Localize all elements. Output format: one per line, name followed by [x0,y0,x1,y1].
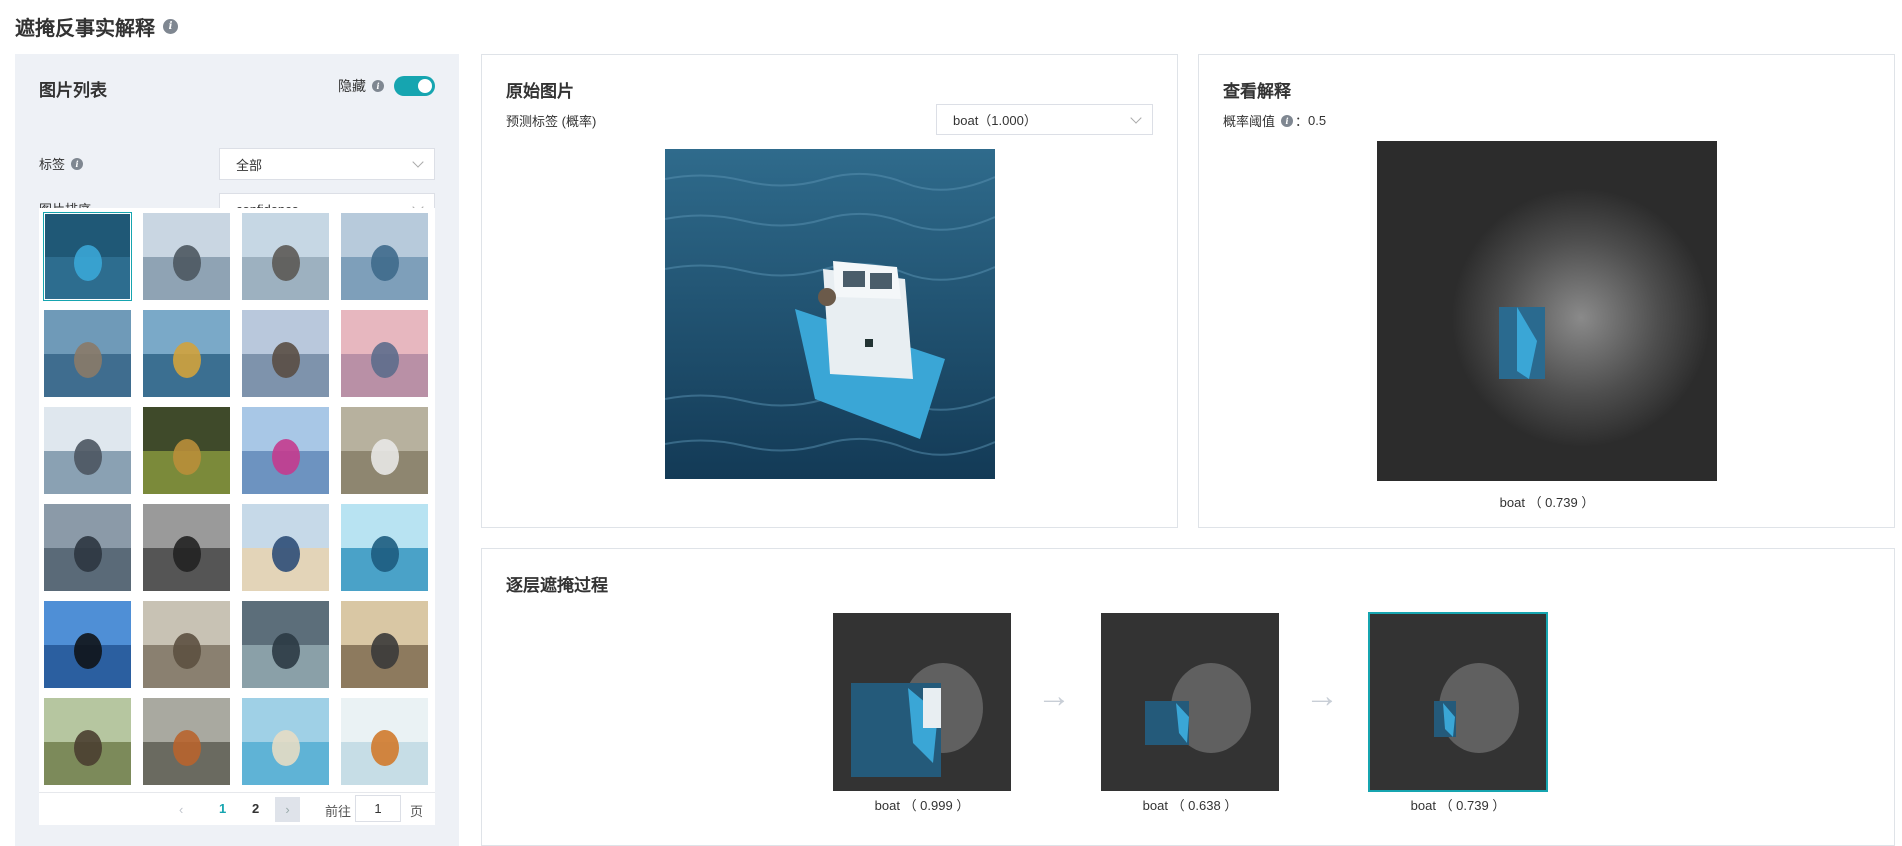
thumbnail-snowy-lake[interactable] [44,407,131,494]
arrow-right-icon: → [1037,677,1071,715]
page-jump-input[interactable]: 1 [355,795,401,822]
thumbnail-sparrows[interactable] [44,698,131,785]
tag-select[interactable]: 全部 [219,148,435,180]
threshold-display: 概率阈值 i ： 0.5 [1223,111,1326,130]
thumbnail-leaves[interactable] [143,407,230,494]
masking-process-card: 逐层遮掩过程 → → boat （ 0.999 ） boat （ 0.638 ）… [481,548,1895,846]
hide-toggle-group: 隐藏 i [338,76,435,96]
next-page-button[interactable]: › [275,797,300,822]
threshold-value: 0.5 [1308,113,1327,128]
thumbnail-gull-rocks[interactable] [341,407,428,494]
page-unit-label: 页 [410,804,424,819]
original-image [664,149,996,479]
thumbnail-kingfisher[interactable] [341,698,428,785]
info-icon[interactable]: i [372,80,384,92]
thumbnail-paddle-board[interactable] [44,504,131,591]
info-icon[interactable]: i [163,19,178,34]
tag-select-value: 全部 [236,157,263,173]
info-icon[interactable]: i [71,157,84,170]
thumbnail-beach-person[interactable] [242,504,329,591]
thumbnail-bird-grass[interactable] [143,601,230,688]
explanation-image [1377,141,1717,481]
original-image-card: 原始图片 预测标签 (概率) boat（1.000） [481,54,1178,528]
thumbnail-bird-bark[interactable] [143,698,230,785]
mask-step-1-caption: boat （ 0.999 ） [874,798,970,813]
chevron-down-icon [412,156,424,168]
thumbnail-surfer[interactable] [341,504,428,591]
explanation-caption: boat （ 0.739 ） [1499,495,1595,510]
goto-label: 前往 [325,804,352,819]
threshold-label: 概率阈值 [1223,114,1276,129]
explanation-card: 查看解释 概率阈值 i ： 0.5 boat （ 0.739 ） [1198,54,1895,528]
page-title-text: 遮掩反事实解释 [15,18,155,40]
mask-step-2-caption: boat （ 0.638 ） [1142,798,1238,813]
thumbnail-grid [43,212,428,785]
image-list-title: 图片列表 [39,81,107,100]
mask-step-2 [1101,613,1279,791]
info-icon[interactable]: i [1281,114,1294,127]
tag-label: 标签 i [39,154,84,173]
page-1-button[interactable]: 1 [219,801,226,816]
hide-toggle[interactable] [394,76,435,96]
page-title: 遮掩反事实解释 i [15,12,178,41]
pred-select-value: boat（1.000） [953,113,1037,128]
thumbnail-boat[interactable] [43,212,132,301]
chevron-down-icon [1130,112,1142,124]
pagination: ‹ 1 2 › 前往 1 页 [39,792,435,825]
tag-label-text: 标签 [39,157,66,172]
thumbnail-silhouette-bird[interactable] [44,601,131,688]
mask-step-1 [833,613,1011,791]
mask-step-3-caption: boat （ 0.739 ） [1410,798,1506,813]
thumbnail-hummingbird[interactable] [242,407,329,494]
arrow-right-icon: → [1305,677,1339,715]
hide-label: 隐藏 [338,78,366,94]
original-image-title: 原始图片 [506,82,574,101]
image-list-panel: 图片列表 隐藏 i 标签 i 全部 图片排序 confidence ‹ 1 2 … [15,54,459,846]
explanation-title: 查看解释 [1223,82,1291,101]
thumbnail-window[interactable] [242,601,329,688]
pred-label-text: 预测标签 (概率) [506,114,597,129]
pred-label: 预测标签 (概率) [506,111,596,130]
masking-process-title: 逐层遮掩过程 [506,576,608,595]
thumbnail-branches[interactable] [242,310,329,397]
thumbnail-grid-area: ‹ 1 2 › 前往 1 页 [39,208,435,825]
thumbnail-people-shore[interactable] [242,213,329,300]
thumbnail-pelican[interactable] [44,310,131,397]
thumbnail-beach-girl[interactable] [242,698,329,785]
thumbnail-street-people[interactable] [143,504,230,591]
threshold-separator: ： [1295,114,1309,129]
thumbnail-rocks-shore[interactable] [143,213,230,300]
pred-select[interactable]: boat（1.000） [936,104,1153,135]
thumbnail-sail[interactable] [143,310,230,397]
thumbnail-sunset-sea[interactable] [341,310,428,397]
mask-step-3[interactable] [1368,612,1548,792]
prev-page-button[interactable]: ‹ [179,802,183,817]
thumbnail-sea-sailboat[interactable] [341,213,428,300]
thumbnail-canal-city[interactable] [341,601,428,688]
toggle-knob [418,79,432,93]
page-2-button[interactable]: 2 [252,801,259,816]
